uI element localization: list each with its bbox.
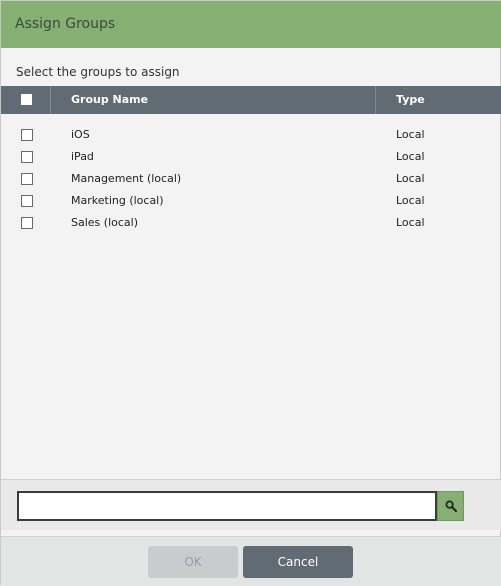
row-checkbox[interactable] xyxy=(21,217,33,229)
search-icon xyxy=(444,500,457,512)
row-checkbox[interactable] xyxy=(21,129,33,141)
group-name: iOS xyxy=(71,128,90,141)
table-row[interactable]: Management (local) Local xyxy=(1,167,501,189)
dialog-title: Assign Groups xyxy=(1,1,501,48)
group-name: iPad xyxy=(71,150,94,163)
cancel-button[interactable]: Cancel xyxy=(243,546,353,578)
table-row[interactable]: Sales (local) Local xyxy=(1,211,501,233)
header-separator xyxy=(50,86,51,114)
group-name: Marketing (local) xyxy=(71,194,164,207)
table-header: Group Name Type xyxy=(1,86,501,114)
table-row[interactable]: iOS Local xyxy=(1,123,501,145)
row-checkbox[interactable] xyxy=(21,173,33,185)
ok-button[interactable]: OK xyxy=(148,546,238,578)
table-row[interactable]: iPad Local xyxy=(1,145,501,167)
group-type: Local xyxy=(396,194,425,207)
group-type: Local xyxy=(396,150,425,163)
group-name: Management (local) xyxy=(71,172,182,185)
group-name: Sales (local) xyxy=(71,216,138,229)
search-area xyxy=(1,480,501,530)
group-type: Local xyxy=(396,128,425,141)
column-header-type[interactable]: Type xyxy=(396,86,425,114)
group-type: Local xyxy=(396,172,425,185)
search-input[interactable] xyxy=(17,491,437,521)
select-all-checkbox[interactable] xyxy=(21,94,32,105)
row-checkbox[interactable] xyxy=(21,195,33,207)
instruction-text: Select the groups to assign xyxy=(16,65,180,79)
header-separator xyxy=(375,86,376,114)
assign-groups-dialog: Assign Groups Select the groups to assig… xyxy=(0,0,501,586)
dialog-footer: OK Cancel xyxy=(1,536,501,586)
column-header-group-name[interactable]: Group Name xyxy=(71,86,148,114)
search-button[interactable] xyxy=(437,491,464,521)
group-list: iOS Local iPad Local Management (local) … xyxy=(1,123,501,233)
group-type: Local xyxy=(396,216,425,229)
table-row[interactable]: Marketing (local) Local xyxy=(1,189,501,211)
row-checkbox[interactable] xyxy=(21,151,33,163)
